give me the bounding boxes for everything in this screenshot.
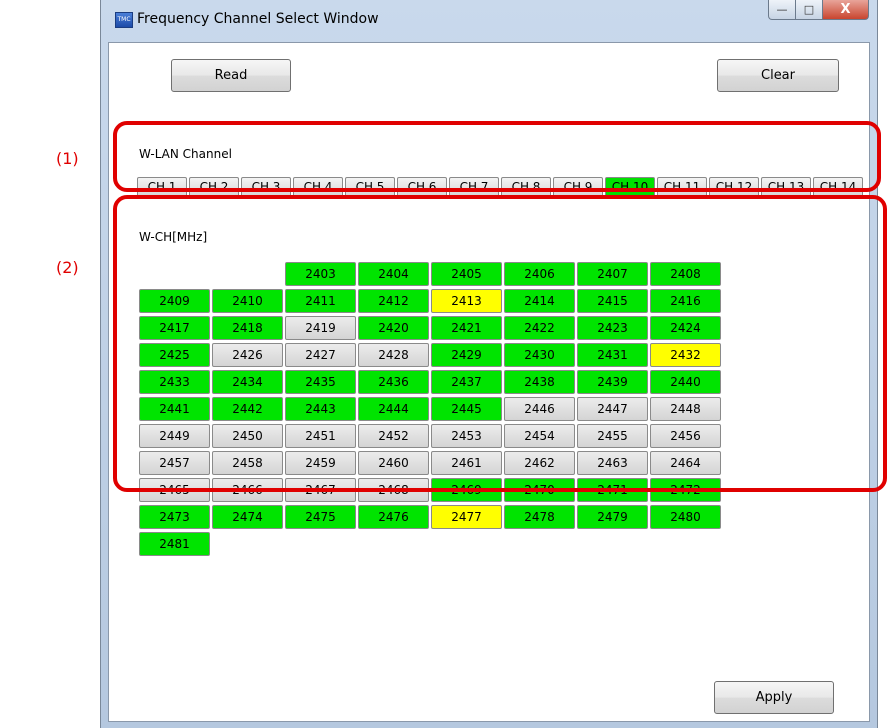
clear-button[interactable]: Clear <box>717 59 839 92</box>
frequency-cell[interactable]: 2475 <box>285 505 356 529</box>
frequency-cell[interactable]: 2479 <box>577 505 648 529</box>
frequency-cell[interactable]: 2481 <box>139 532 210 556</box>
window-title: Frequency Channel Select Window <box>137 11 379 27</box>
frequency-cell[interactable]: 2473 <box>139 505 210 529</box>
frequency-cell[interactable]: 2476 <box>358 505 429 529</box>
annotation-box-2 <box>113 195 887 492</box>
minimize-icon[interactable]: — <box>768 0 796 20</box>
frequency-cell[interactable]: 2477 <box>431 505 502 529</box>
close-icon[interactable]: X <box>823 0 869 20</box>
annotation-label-1: (1) <box>56 149 79 168</box>
title-bar[interactable]: TMC Frequency Channel Select Window — □ … <box>101 0 877 42</box>
annotation-label-2: (2) <box>56 258 79 277</box>
frequency-cell[interactable]: 2480 <box>650 505 721 529</box>
maximize-icon[interactable]: □ <box>796 0 823 20</box>
read-button[interactable]: Read <box>171 59 291 92</box>
apply-button[interactable]: Apply <box>714 681 834 714</box>
annotation-box-1 <box>113 121 881 192</box>
window-controls: — □ X <box>768 0 869 20</box>
app-icon: TMC <box>115 12 133 28</box>
frequency-cell[interactable]: 2478 <box>504 505 575 529</box>
frequency-cell[interactable]: 2474 <box>212 505 283 529</box>
